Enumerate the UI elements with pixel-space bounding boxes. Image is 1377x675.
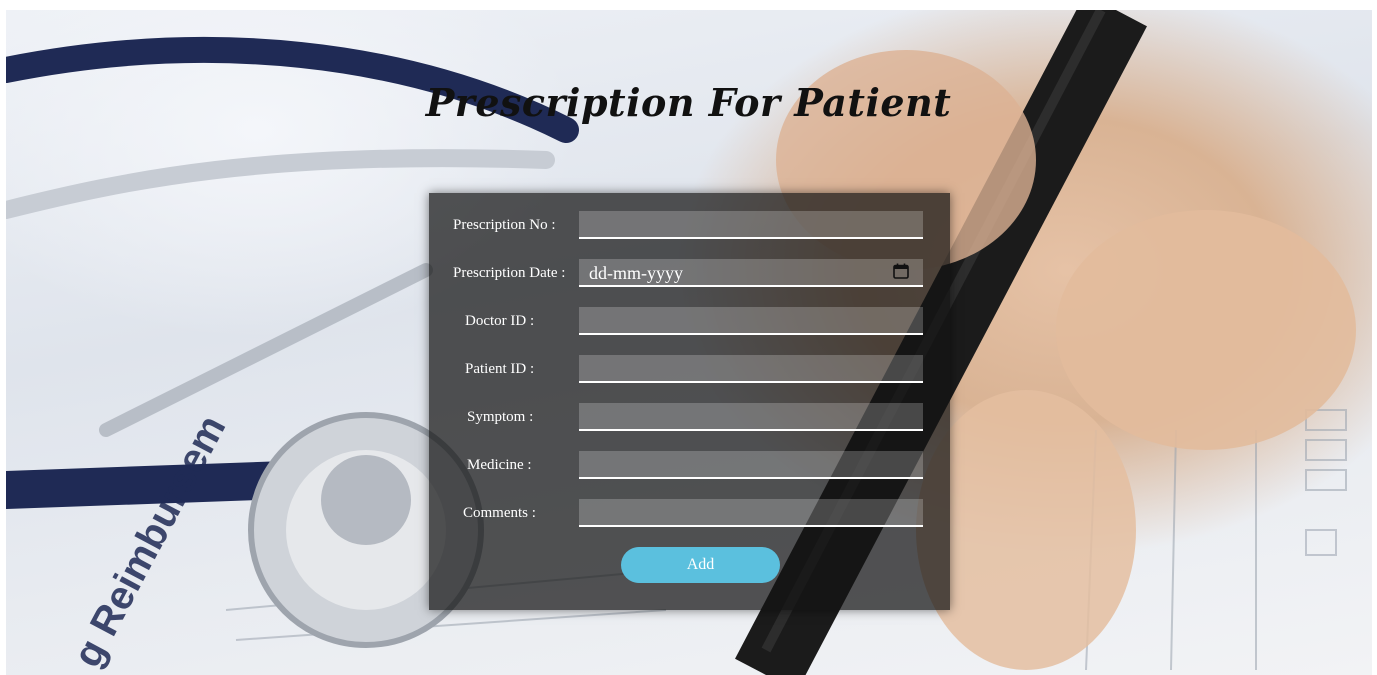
comments-label: Comments : (463, 505, 536, 521)
svg-text:g Reimbursem: g Reimbursem (65, 408, 234, 674)
doctor-id-input[interactable] (579, 307, 923, 335)
form-row-symptom: Symptom : (429, 403, 950, 437)
prescription-date-value: dd-mm-yyyy (589, 263, 683, 283)
comments-input[interactable] (579, 499, 923, 527)
prescription-form: Prescription No : Prescription Date : dd… (429, 193, 950, 610)
prescription-date-input[interactable]: dd-mm-yyyy (579, 259, 923, 287)
form-row-patient-id: Patient ID : (429, 355, 950, 389)
symptom-label: Symptom : (467, 409, 534, 425)
form-row-doctor-id: Doctor ID : (429, 307, 950, 341)
medicine-label: Medicine : (467, 457, 532, 473)
calendar-icon[interactable] (893, 263, 909, 279)
form-row-medicine: Medicine : (429, 451, 950, 485)
doctor-id-label: Doctor ID : (465, 313, 535, 329)
patient-id-label: Patient ID : (465, 361, 535, 377)
prescription-date-label: Prescription Date : (453, 265, 566, 281)
page-title: Prescription For Patient (425, 80, 952, 125)
medicine-input[interactable] (579, 451, 923, 479)
patient-id-input[interactable] (579, 355, 923, 383)
symptom-input[interactable] (579, 403, 923, 431)
form-row-prescription-date: Prescription Date : dd-mm-yyyy (429, 259, 950, 293)
form-row-comments: Comments : (429, 499, 950, 533)
add-button[interactable]: Add (621, 547, 780, 583)
form-row-prescription-no: Prescription No : (429, 211, 950, 245)
prescription-no-input[interactable] (579, 211, 923, 239)
prescription-no-label: Prescription No : (453, 217, 556, 233)
page: g Reimbursem Prescription For Patient Pr… (0, 0, 1377, 675)
